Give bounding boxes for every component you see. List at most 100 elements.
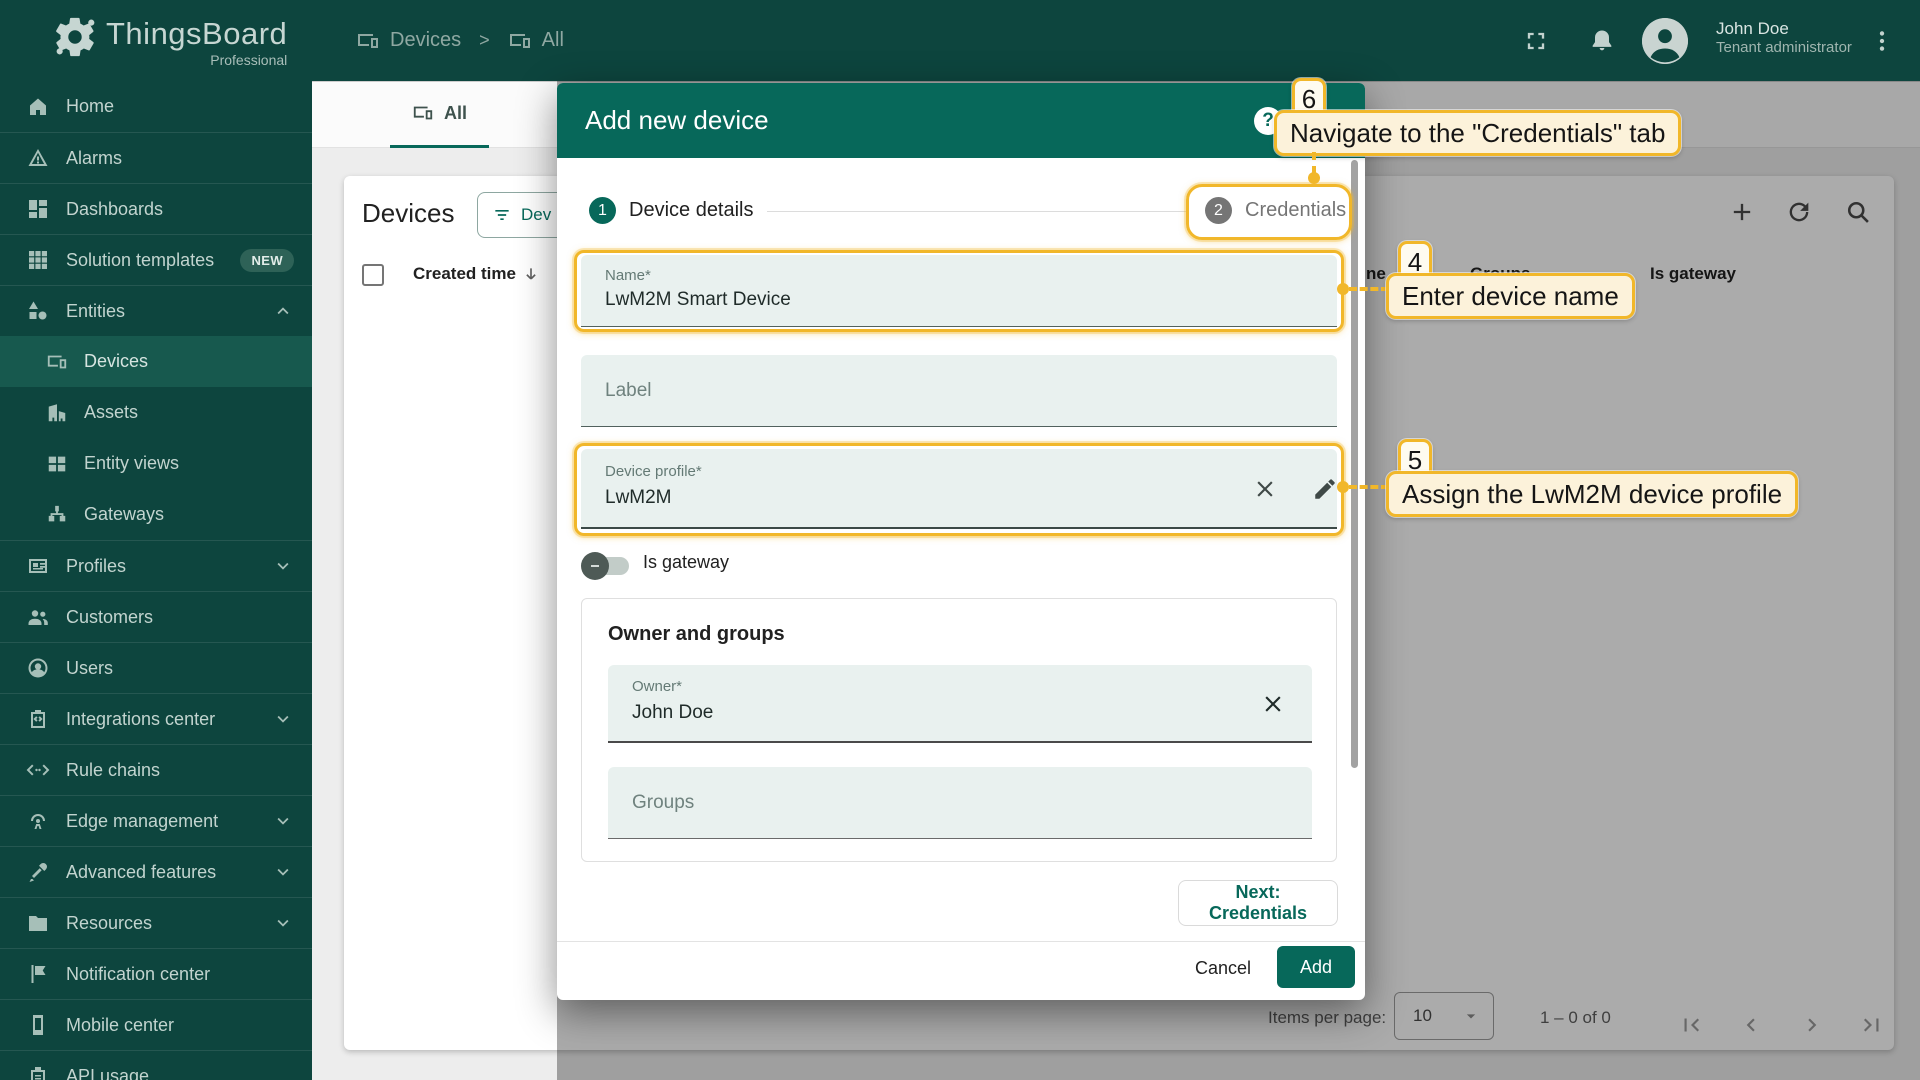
dialog-header: Add new device ? (557, 83, 1365, 158)
tools-icon (26, 860, 50, 884)
sort-desc-arrow-icon (522, 265, 540, 283)
column-header-created-time[interactable]: Created time (413, 264, 540, 284)
dialog-scrollbar[interactable] (1351, 160, 1358, 768)
dialog-title: Add new device (585, 105, 769, 135)
flag-icon (26, 962, 50, 986)
connector-dash (1349, 287, 1389, 291)
sidebar-item-home[interactable]: Home (0, 81, 312, 132)
callout-6-text: Navigate to the "Credentials" tab (1274, 110, 1682, 156)
notifications-bell-icon[interactable] (1588, 27, 1616, 55)
sidebar-item-mobile-center[interactable]: Mobile center (0, 999, 312, 1050)
sidebar-item-assets[interactable]: Assets (0, 387, 312, 438)
assets-building-icon (46, 402, 68, 424)
breadcrumb: Devices > All (356, 0, 564, 81)
connector-dash (1349, 485, 1389, 489)
sidebar-item-integrations-center[interactable]: Integrations center (0, 693, 312, 744)
chevron-down-icon (272, 708, 294, 730)
kebab-menu-icon[interactable] (1868, 27, 1896, 55)
gateways-hub-icon (46, 504, 68, 526)
highlight-device-profile-field (574, 443, 1344, 536)
connector-dot (1337, 283, 1349, 295)
owner-field-label: Owner* (632, 678, 683, 695)
devices-icon (412, 102, 434, 124)
edge-antenna-icon (26, 809, 50, 833)
devices-icon (46, 351, 68, 373)
sidebar-item-alarms[interactable]: Alarms (0, 132, 312, 183)
callout-4-text: Enter device name (1386, 273, 1635, 319)
chevron-down-icon (272, 555, 294, 577)
customers-people-icon (26, 605, 50, 629)
devices-icon (356, 29, 380, 53)
groups-input[interactable]: Groups (608, 767, 1312, 839)
sidebar-item-devices[interactable]: Devices (0, 336, 312, 387)
next-credentials-button[interactable]: Next: Credentials (1178, 880, 1338, 926)
sidebar-item-solution-templates[interactable]: Solution templates NEW (0, 234, 312, 285)
owner-input[interactable]: Owner* John Doe (608, 665, 1312, 743)
dashboards-icon (26, 197, 50, 221)
sidebar-item-resources[interactable]: Resources (0, 897, 312, 948)
label-field-placeholder: Label (605, 380, 652, 401)
user-info[interactable]: John Doe Tenant administrator (1716, 18, 1852, 58)
sidebar-item-entities[interactable]: Entities (0, 285, 312, 336)
is-gateway-toggle[interactable] (581, 552, 629, 580)
sidebar-item-rule-chains[interactable]: Rule chains (0, 744, 312, 795)
user-circle-icon (26, 656, 50, 680)
groups-field-placeholder: Groups (632, 792, 695, 813)
stepper-connector (767, 211, 1187, 212)
sidebar: Home Alarms Dashboards Solution template… (0, 81, 312, 1080)
profiles-badge-icon (26, 554, 50, 578)
select-all-checkbox[interactable] (362, 264, 384, 286)
owner-and-groups-section: Owner and groups Owner* John Doe Groups (581, 598, 1337, 862)
top-bar: ThingsBoard Professional Devices > All J… (0, 0, 1920, 81)
chevron-down-icon (272, 861, 294, 883)
user-role: Tenant administrator (1716, 39, 1852, 57)
cancel-button[interactable]: Cancel (1186, 948, 1260, 988)
sidebar-item-notification-center[interactable]: Notification center (0, 948, 312, 999)
smartphone-icon (26, 1013, 50, 1037)
sidebar-item-users[interactable]: Users (0, 642, 312, 693)
sidebar-item-customers[interactable]: Customers (0, 591, 312, 642)
chevron-down-icon (272, 912, 294, 934)
entities-shapes-icon (26, 299, 50, 323)
sidebar-item-profiles[interactable]: Profiles (0, 540, 312, 591)
chevron-up-icon (272, 300, 294, 322)
brand-logo: ThingsBoard Professional (52, 14, 288, 68)
folder-icon (26, 911, 50, 935)
connector-dot (1337, 481, 1349, 493)
highlight-credentials-step (1186, 184, 1352, 240)
fullscreen-icon[interactable] (1522, 27, 1550, 55)
highlight-name-field (574, 250, 1344, 332)
connector-dot (1308, 172, 1320, 184)
add-button[interactable]: Add (1277, 946, 1355, 988)
clear-icon[interactable] (1260, 691, 1286, 717)
sidebar-item-api-usage[interactable]: API usage (0, 1050, 312, 1080)
sidebar-item-dashboards[interactable]: Dashboards (0, 183, 312, 234)
home-icon (26, 95, 50, 119)
entity-views-icon (46, 453, 68, 475)
filter-icon (492, 205, 512, 225)
tab-all[interactable]: All (390, 81, 490, 148)
breadcrumb-all[interactable]: All (508, 29, 564, 53)
breadcrumb-devices[interactable]: Devices (356, 29, 461, 53)
owner-and-groups-title: Owner and groups (608, 623, 785, 645)
devices-icon (508, 29, 532, 53)
step-1-circle[interactable]: 1 (589, 197, 616, 224)
table-title: Devices (362, 198, 455, 228)
integrations-icon (26, 707, 50, 731)
sidebar-item-entity-views[interactable]: Entity views (0, 438, 312, 489)
step-1-label[interactable]: Device details (629, 199, 754, 222)
breadcrumb-separator: > (479, 30, 490, 50)
rule-chains-icon (26, 758, 50, 782)
brand-title: ThingsBoard (106, 16, 288, 51)
sidebar-item-edge-management[interactable]: Edge management (0, 795, 312, 846)
sidebar-item-advanced-features[interactable]: Advanced features (0, 846, 312, 897)
label-input[interactable]: Label (581, 355, 1337, 427)
avatar[interactable] (1642, 17, 1688, 64)
sidebar-item-gateways[interactable]: Gateways (0, 489, 312, 540)
alarm-warning-icon (26, 146, 50, 170)
callout-5-text: Assign the LwM2M device profile (1386, 471, 1799, 517)
thingsboard-gear-icon (52, 14, 98, 60)
brand-subtitle: Professional (210, 52, 288, 68)
chevron-down-icon (272, 810, 294, 832)
toggle-minus-icon (581, 552, 609, 580)
